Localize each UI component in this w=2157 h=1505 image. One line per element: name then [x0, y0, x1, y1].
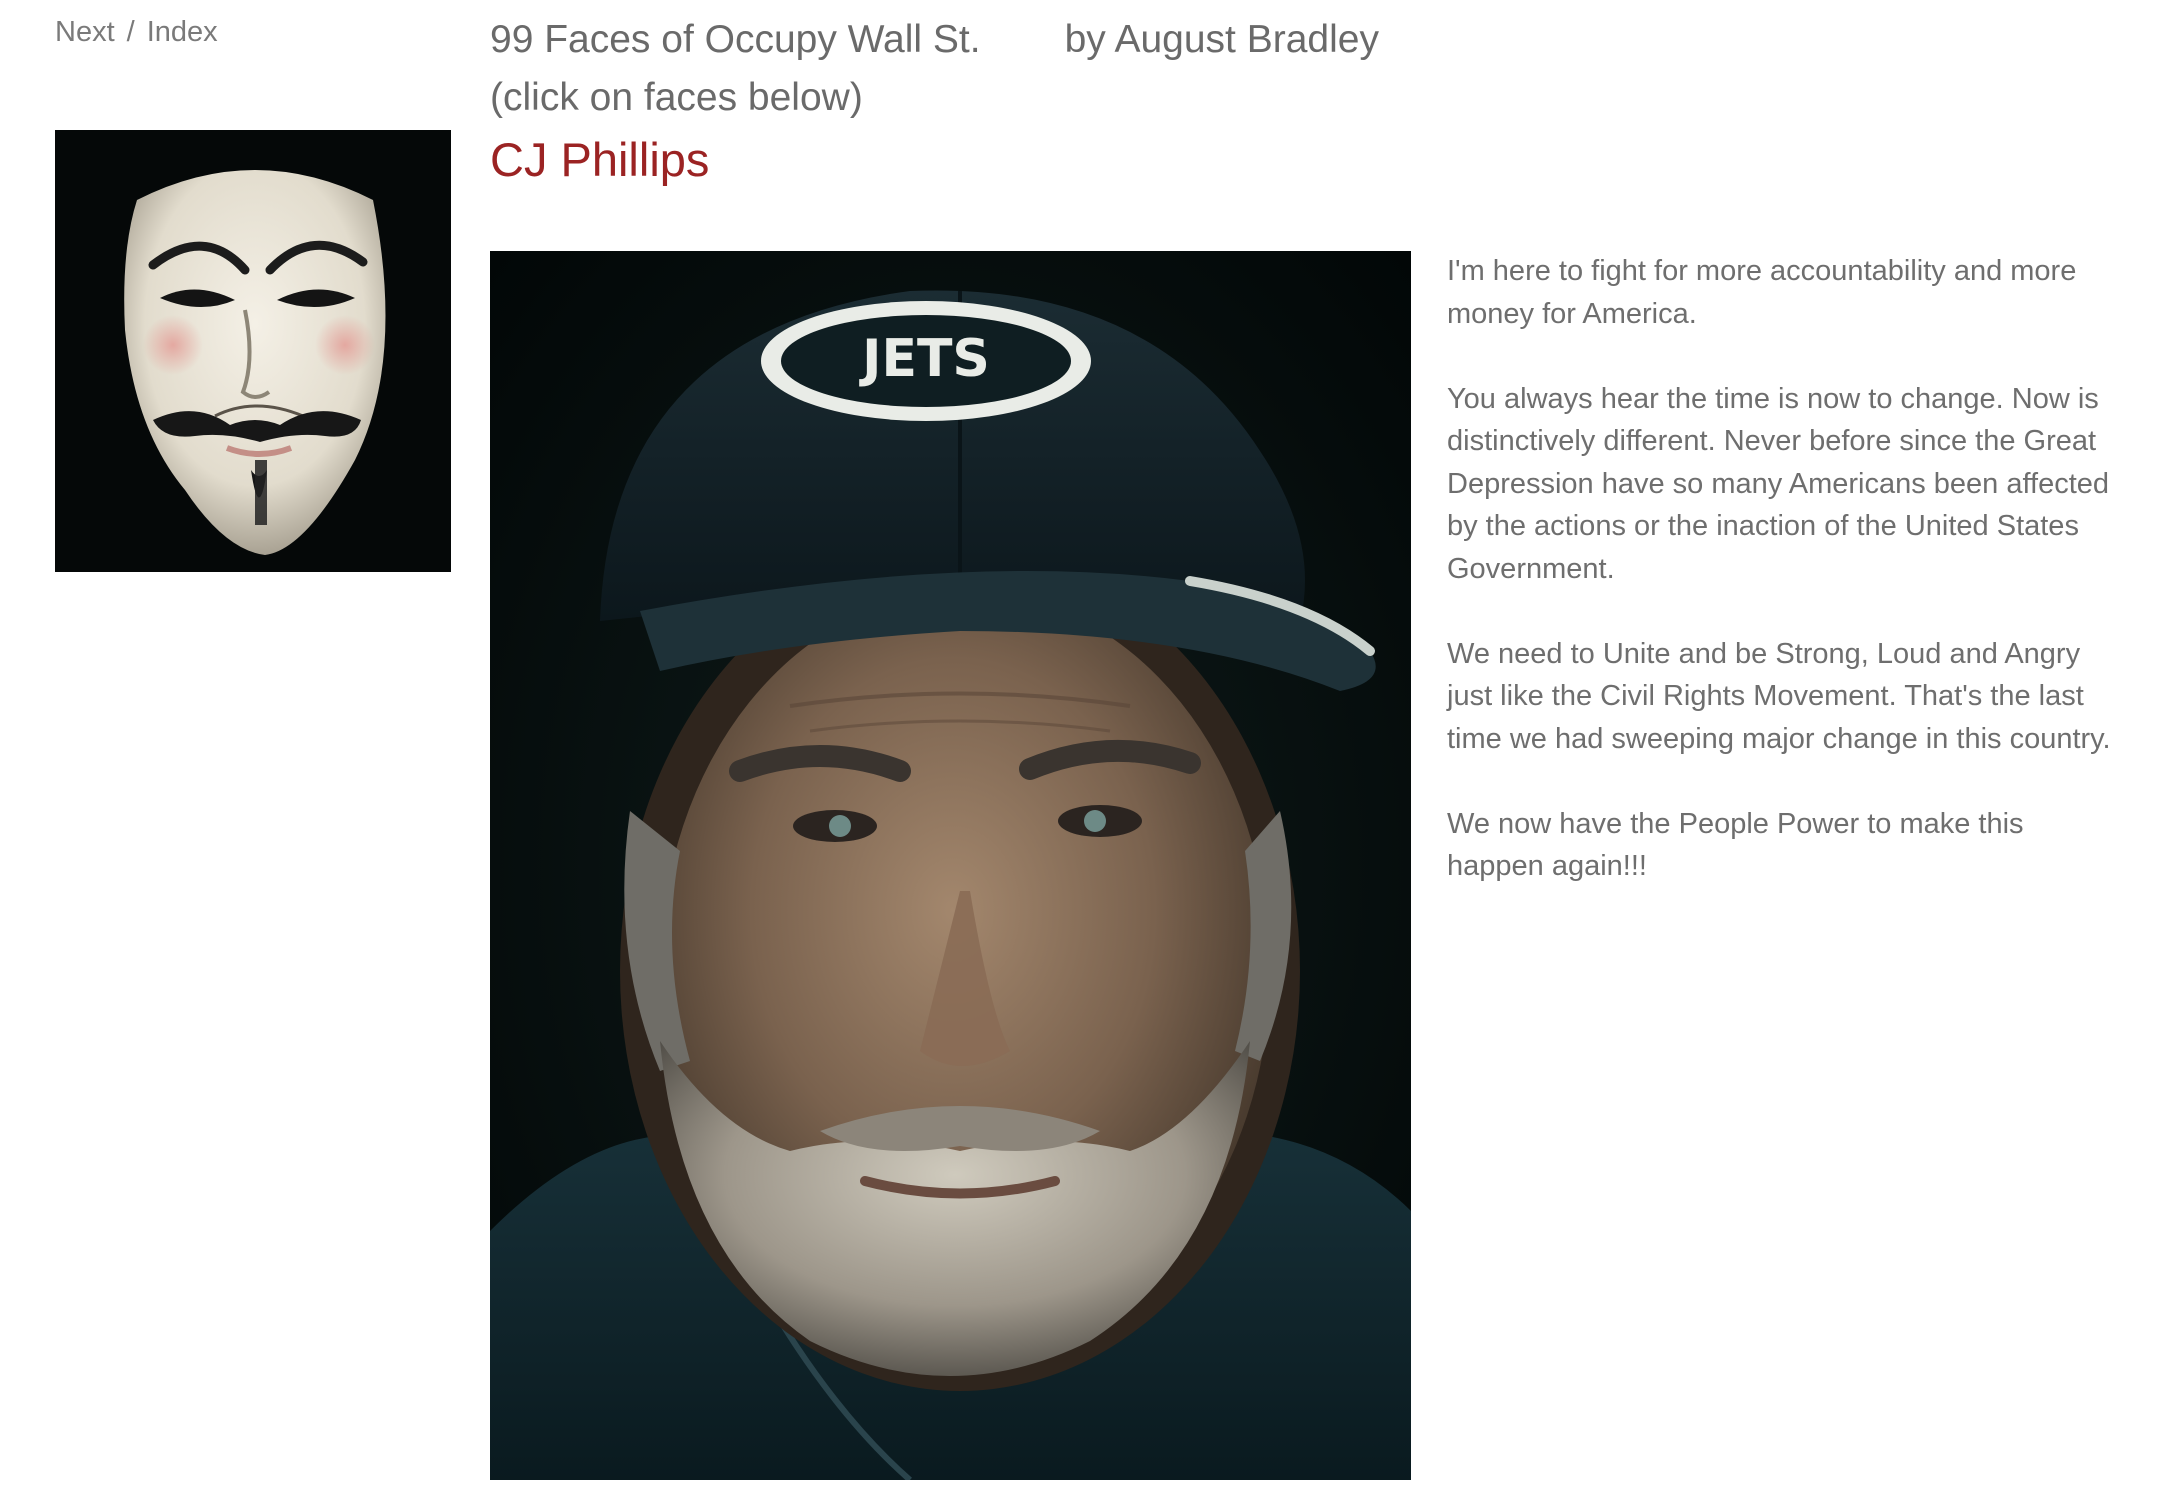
next-link[interactable]: Next — [55, 16, 115, 48]
person-name: CJ Phillips — [490, 133, 710, 186]
statement-paragraph: We need to Unite and be Strong, Loud and… — [1447, 637, 2111, 755]
series-title: 99 Faces of Occupy Wall St. — [490, 18, 981, 61]
page-title: 99 Faces of Occupy Wall St. by August Bra… — [490, 18, 1379, 62]
index-link[interactable]: Index — [147, 16, 218, 48]
statement-paragraph: I'm here to fight for more accountabilit… — [1447, 255, 2077, 330]
click-instruction: (click on faces below) — [490, 76, 863, 119]
nav-separator: / — [126, 16, 135, 48]
portrait-photo: JETS — [490, 251, 1411, 1480]
guy-fawkes-thumbnail[interactable] — [55, 130, 451, 572]
statement-paragraph: We now have the People Power to make thi… — [1447, 807, 2024, 883]
portrait-illustration: JETS — [490, 251, 1411, 1480]
author-credit: by August Bradley — [1064, 18, 1379, 61]
guy-fawkes-mask-icon — [55, 130, 451, 572]
statement-paragraph: You always hear the time is now to chang… — [1447, 382, 2110, 585]
statement-text: I'm here to fight for more accountabilit… — [1447, 250, 2127, 930]
top-nav: Next / Index — [55, 16, 218, 49]
cap-logo: JETS — [859, 329, 990, 389]
